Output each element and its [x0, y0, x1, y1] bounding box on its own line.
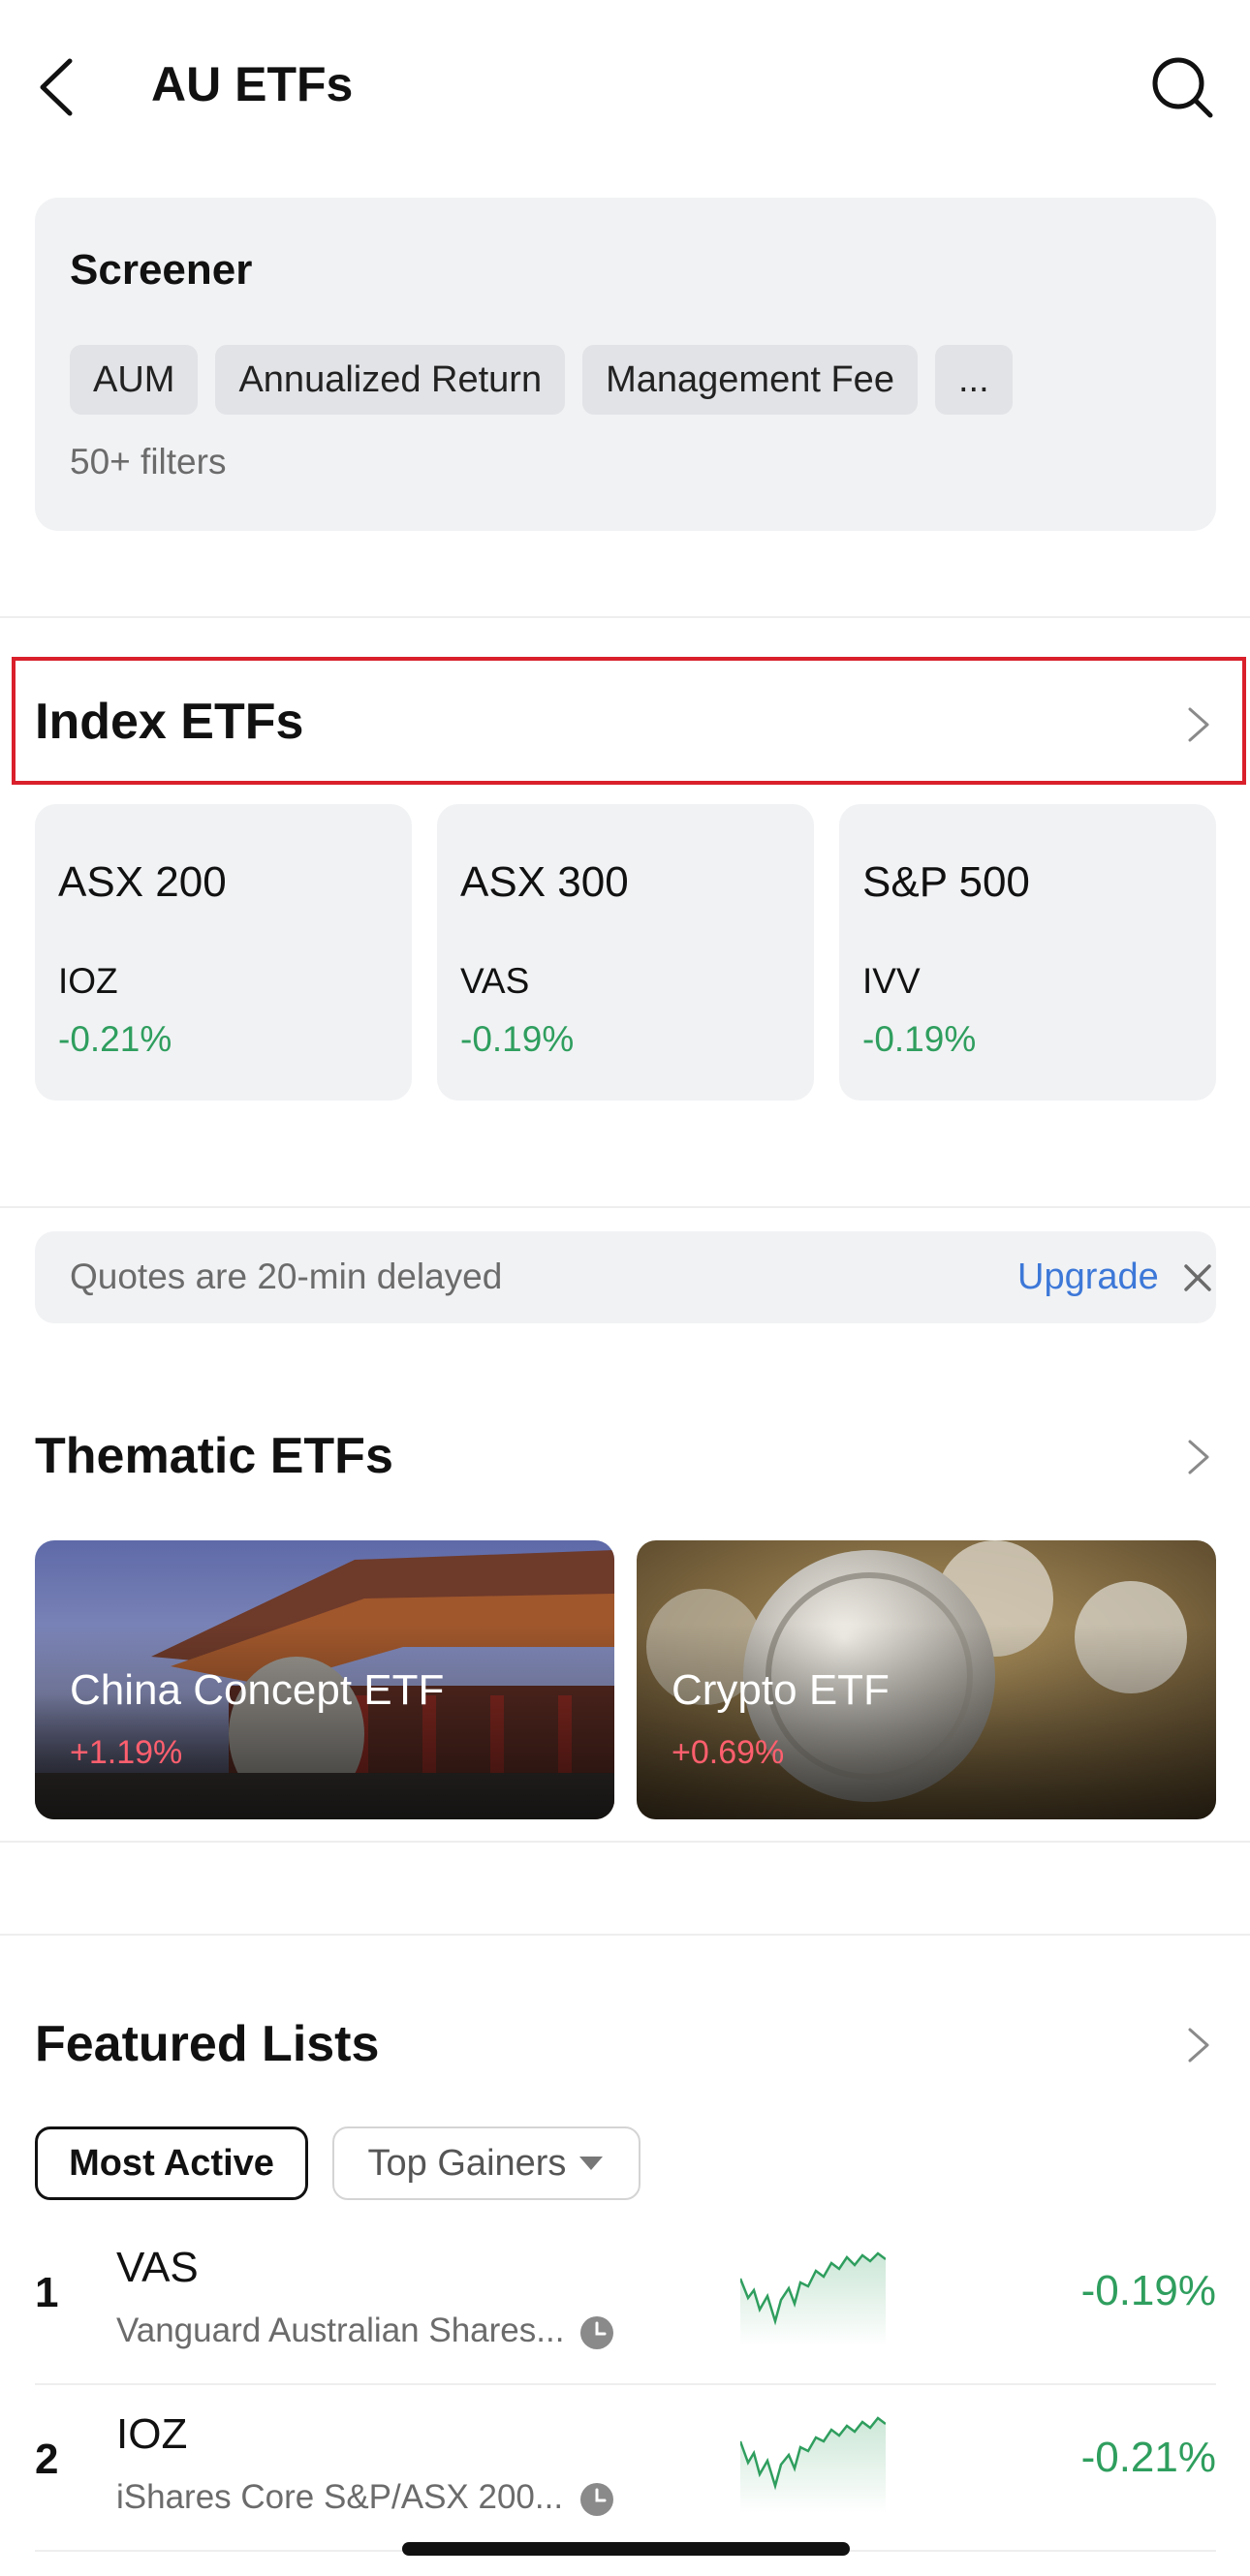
featured-lists-title: Featured Lists — [35, 2016, 380, 2072]
delay-notice: Quotes are 20-min delayed Upgrade — [35, 1231, 1216, 1323]
home-indicator[interactable] — [402, 2542, 850, 2556]
section-divider — [0, 1934, 1250, 1936]
index-card-asx300[interactable]: ASX 300 VAS -0.19% — [437, 804, 814, 1101]
tab-top-gainers[interactable]: Top Gainers — [332, 2126, 641, 2200]
thematic-etfs-title: Thematic ETFs — [35, 1428, 393, 1484]
back-button[interactable] — [29, 53, 87, 121]
filter-chip-more[interactable]: ... — [934, 345, 1013, 415]
clock-icon — [580, 2483, 613, 2516]
index-change: -0.21% — [58, 1019, 172, 1059]
page-title: AU ETFs — [151, 57, 354, 111]
section-divider — [0, 1206, 1250, 1208]
rank: 2 — [35, 2436, 59, 2483]
symbol: VAS — [116, 2244, 199, 2291]
search-button[interactable] — [1148, 53, 1216, 121]
theme-card-china-concept[interactable]: China Concept ETF +1.19% — [35, 1540, 614, 1819]
index-ticker: IVV — [862, 961, 921, 1001]
index-name: ASX 300 — [460, 858, 629, 906]
theme-change: +0.69% — [672, 1734, 785, 1771]
chevron-right-icon[interactable] — [1178, 705, 1217, 744]
row-change: -0.21% — [1080, 2434, 1216, 2481]
close-icon[interactable] — [1178, 1258, 1217, 1297]
section-divider — [0, 1841, 1250, 1843]
list-item[interactable]: 1 VAS Vanguard Australian Shares... -0.1… — [35, 2219, 1216, 2383]
chevron-left-icon — [40, 58, 73, 116]
section-divider — [0, 616, 1250, 618]
row-change: -0.19% — [1080, 2267, 1216, 2314]
screener-title: Screener — [70, 246, 253, 294]
symbol: IOZ — [116, 2410, 188, 2458]
index-etfs-title: Index ETFs — [35, 694, 304, 750]
index-change: -0.19% — [862, 1019, 977, 1059]
theme-name: China Concept ETF — [70, 1666, 445, 1714]
fund-name: iShares Core S&P/ASX 200... — [116, 2478, 564, 2516]
theme-name: Crypto ETF — [672, 1666, 890, 1714]
filter-chip-management-fee[interactable]: Management Fee — [582, 345, 918, 415]
sparkline — [740, 2251, 886, 2346]
upgrade-link[interactable]: Upgrade — [1017, 1257, 1159, 1298]
index-ticker: IOZ — [58, 961, 118, 1001]
filter-chip-annualized-return[interactable]: Annualized Return — [215, 345, 566, 415]
rank: 1 — [35, 2269, 59, 2316]
header: AU ETFs — [0, 0, 1250, 174]
fund-name: Vanguard Australian Shares... — [116, 2312, 565, 2349]
filters-count: 50+ filters — [70, 442, 227, 481]
chevron-right-icon[interactable] — [1178, 1438, 1217, 1476]
caret-down-icon — [579, 2157, 604, 2170]
tab-most-active[interactable]: Most Active — [35, 2126, 308, 2200]
filter-chip-aum[interactable]: AUM — [70, 345, 199, 415]
delay-notice-text: Quotes are 20-min delayed — [70, 1257, 503, 1296]
theme-change: +1.19% — [70, 1734, 183, 1771]
index-ticker: VAS — [460, 961, 530, 1001]
theme-card-crypto[interactable]: Crypto ETF +0.69% — [637, 1540, 1216, 1819]
screener-card[interactable]: Screener AUM Annualized Return Managemen… — [35, 198, 1216, 531]
index-name: S&P 500 — [862, 858, 1030, 906]
search-icon — [1152, 57, 1213, 118]
index-name: ASX 200 — [58, 858, 227, 906]
index-change: -0.19% — [460, 1019, 575, 1059]
index-card-asx200[interactable]: ASX 200 IOZ -0.21% — [35, 804, 412, 1101]
list-item[interactable]: 2 IOZ iShares Core S&P/ASX 200... -0.21% — [35, 2385, 1216, 2550]
sparkline — [740, 2416, 886, 2513]
chevron-right-icon[interactable] — [1178, 2026, 1217, 2064]
clock-icon — [580, 2316, 613, 2349]
tab-top-gainers-label: Top Gainers — [367, 2142, 567, 2184]
index-card-sp500[interactable]: S&P 500 IVV -0.19% — [839, 804, 1216, 1101]
screener-chips: AUM Annualized Return Management Fee ... — [70, 345, 1013, 415]
